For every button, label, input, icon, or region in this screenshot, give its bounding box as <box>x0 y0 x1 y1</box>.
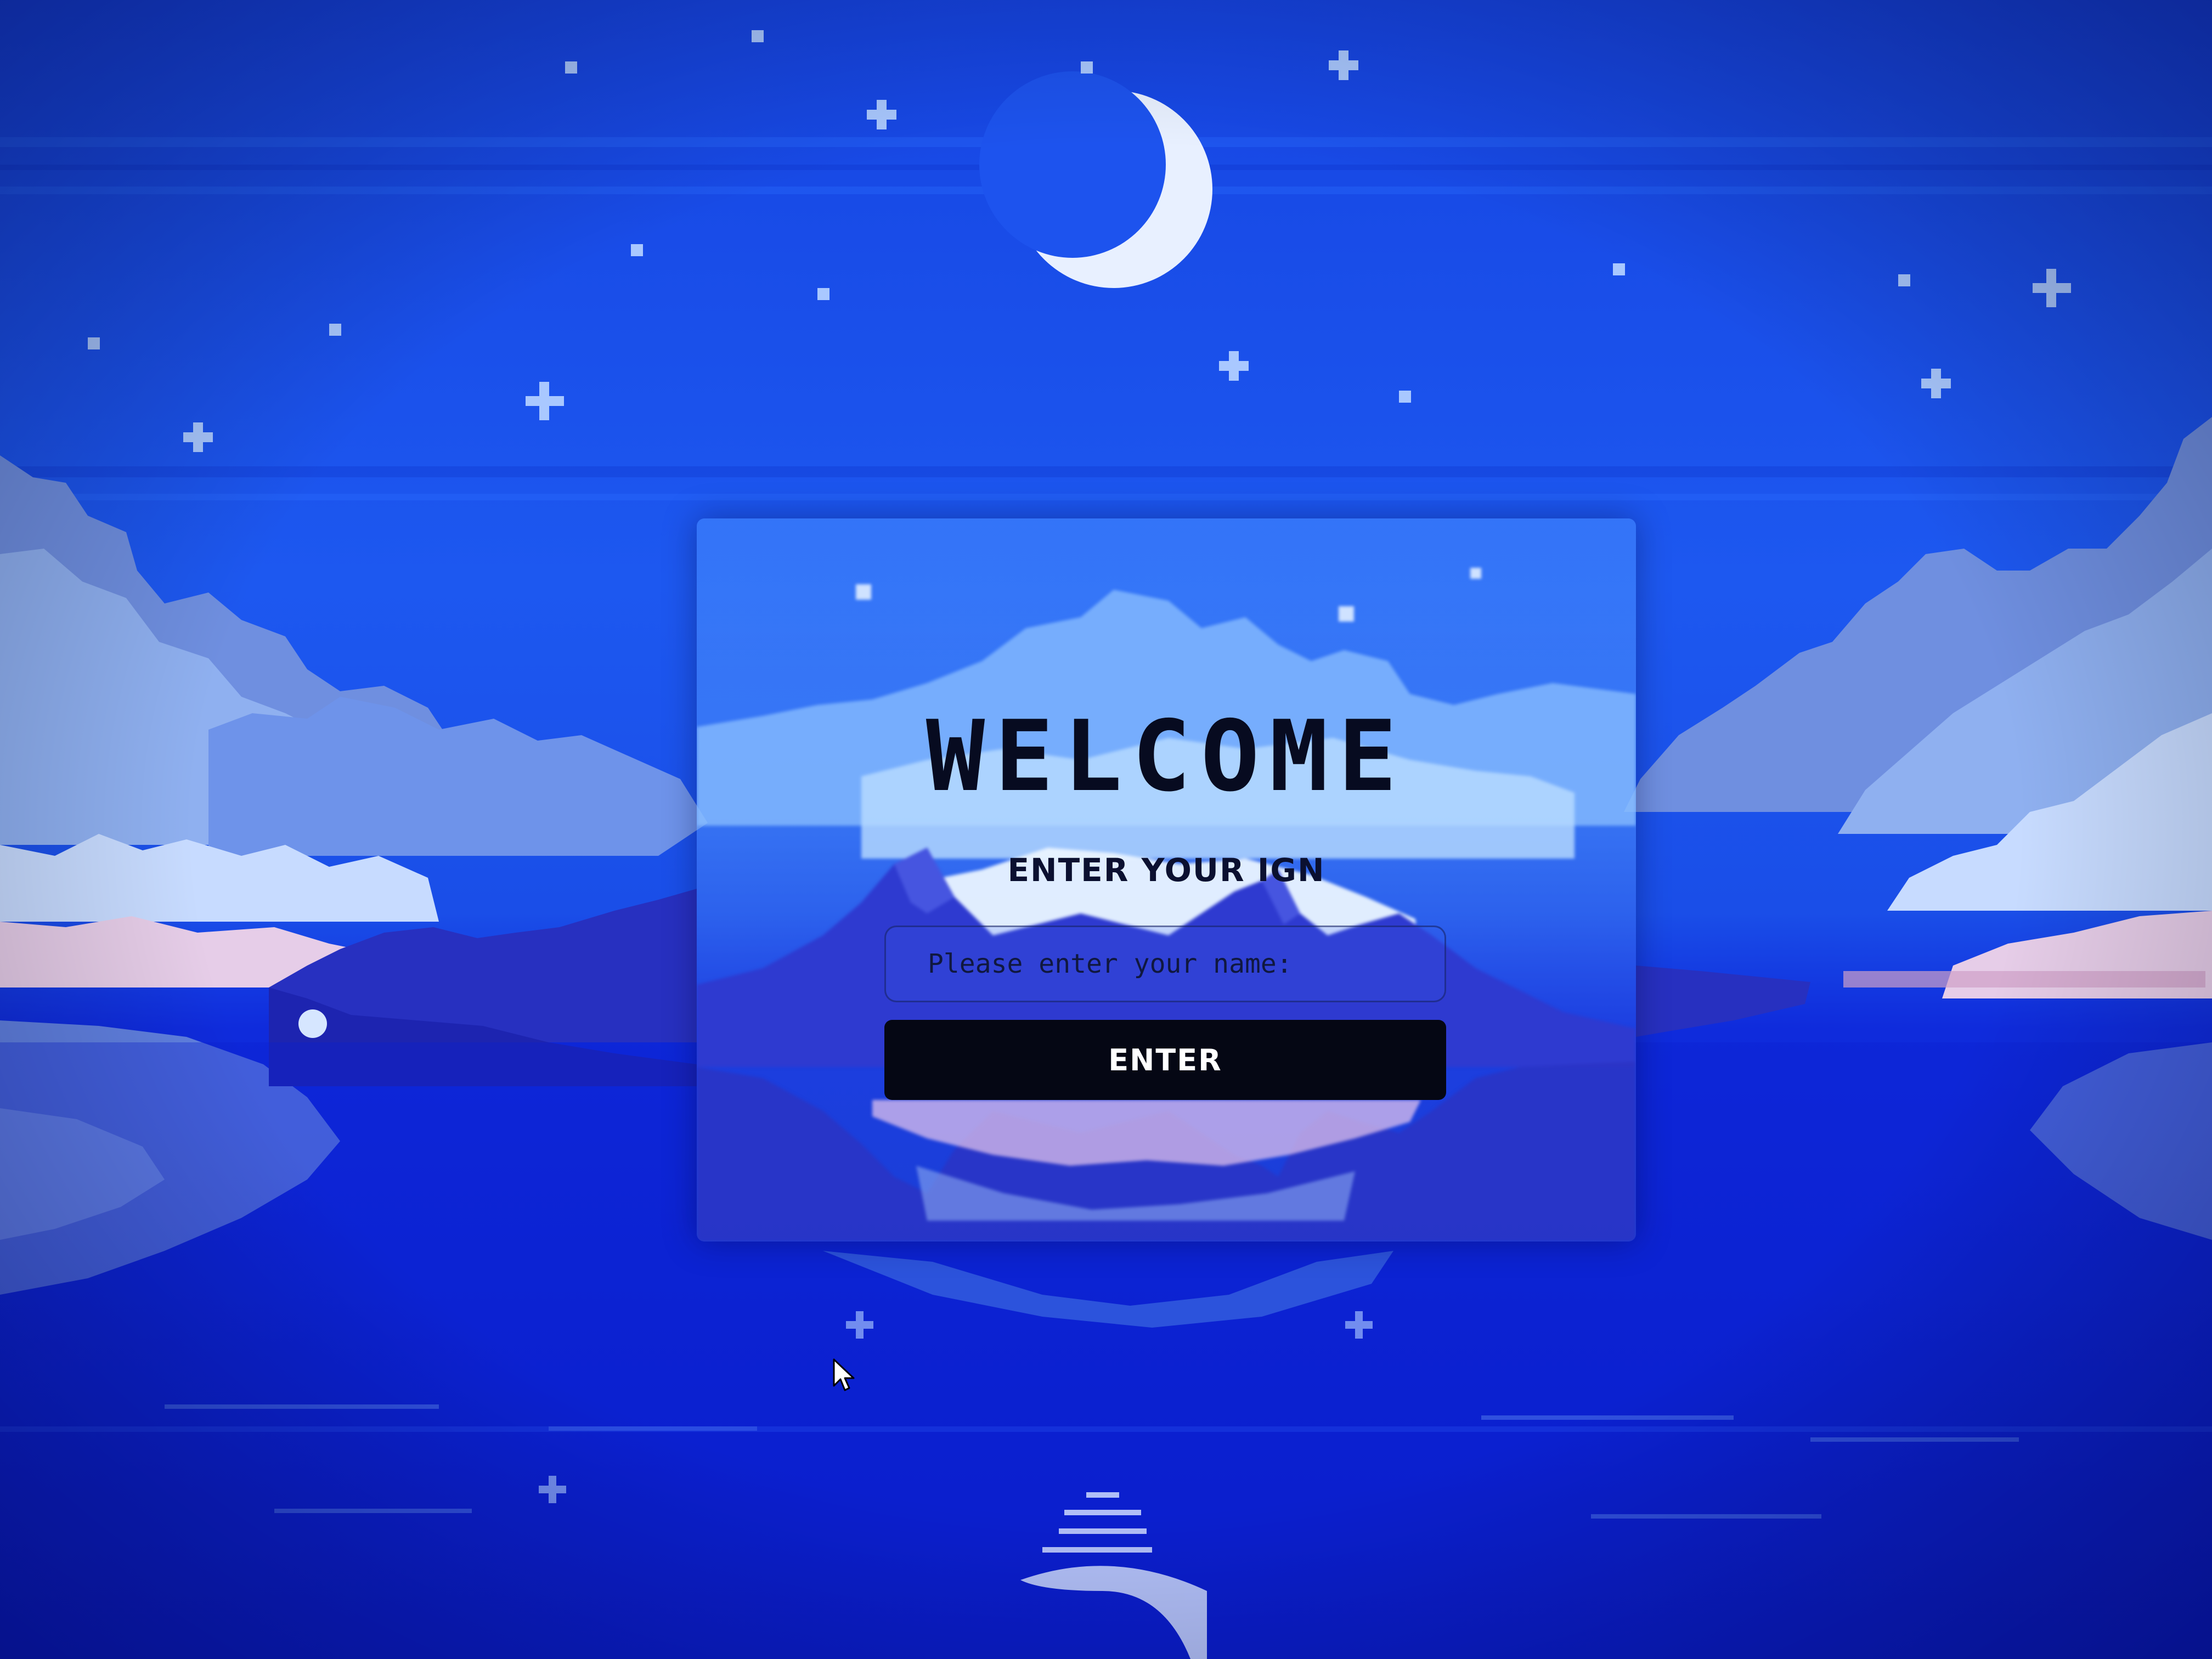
welcome-title: WELCOME <box>926 699 1407 813</box>
name-input[interactable] <box>884 926 1446 1002</box>
enter-button[interactable]: ENTER <box>884 1020 1446 1100</box>
login-card: WELCOME ENTER YOUR IGN ENTER <box>697 518 1636 1242</box>
mouse-pointer-icon <box>833 1358 855 1391</box>
ign-label: ENTER YOUR IGN <box>1007 851 1325 889</box>
